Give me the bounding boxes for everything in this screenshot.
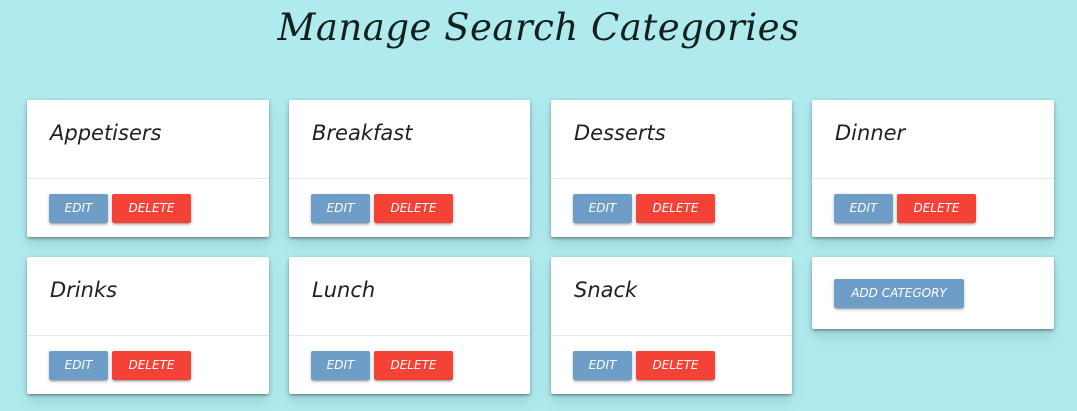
card-divider bbox=[289, 178, 530, 179]
delete-button[interactable]: DELETE bbox=[374, 194, 453, 223]
card-actions: ADD CATEGORY bbox=[834, 279, 964, 308]
category-card-breakfast: Breakfast EDIT DELETE bbox=[289, 100, 530, 237]
edit-button[interactable]: EDIT bbox=[311, 351, 370, 380]
category-name: Dinner bbox=[835, 121, 906, 145]
add-category-card: ADD CATEGORY bbox=[812, 257, 1054, 329]
card-actions: EDIT DELETE bbox=[49, 351, 191, 380]
category-name: Drinks bbox=[50, 278, 118, 302]
edit-button[interactable]: EDIT bbox=[49, 194, 108, 223]
category-card-lunch: Lunch EDIT DELETE bbox=[289, 257, 530, 394]
edit-button[interactable]: EDIT bbox=[311, 194, 370, 223]
add-category-button[interactable]: ADD CATEGORY bbox=[834, 279, 964, 308]
card-divider bbox=[289, 335, 530, 336]
category-name: Appetisers bbox=[50, 121, 162, 145]
card-divider bbox=[551, 178, 792, 179]
page-title: Manage Search Categories bbox=[277, 6, 800, 49]
category-name: Breakfast bbox=[312, 121, 413, 145]
card-actions: EDIT DELETE bbox=[834, 194, 976, 223]
category-card-dinner: Dinner EDIT DELETE bbox=[812, 100, 1054, 237]
delete-button[interactable]: DELETE bbox=[636, 194, 715, 223]
category-card-drinks: Drinks EDIT DELETE bbox=[27, 257, 269, 394]
card-actions: EDIT DELETE bbox=[573, 351, 715, 380]
card-divider bbox=[27, 335, 269, 336]
edit-button[interactable]: EDIT bbox=[573, 194, 632, 223]
edit-button[interactable]: EDIT bbox=[834, 194, 893, 223]
category-card-desserts: Desserts EDIT DELETE bbox=[551, 100, 792, 237]
delete-button[interactable]: DELETE bbox=[636, 351, 715, 380]
category-card-appetisers: Appetisers EDIT DELETE bbox=[27, 100, 269, 237]
card-actions: EDIT DELETE bbox=[573, 194, 715, 223]
card-divider bbox=[27, 178, 269, 179]
category-card-snack: Snack EDIT DELETE bbox=[551, 257, 792, 394]
category-name: Lunch bbox=[312, 278, 376, 302]
delete-button[interactable]: DELETE bbox=[374, 351, 453, 380]
category-name: Desserts bbox=[574, 121, 666, 145]
card-actions: EDIT DELETE bbox=[49, 194, 191, 223]
delete-button[interactable]: DELETE bbox=[112, 351, 191, 380]
card-actions: EDIT DELETE bbox=[311, 351, 453, 380]
card-actions: EDIT DELETE bbox=[311, 194, 453, 223]
delete-button[interactable]: DELETE bbox=[112, 194, 191, 223]
edit-button[interactable]: EDIT bbox=[573, 351, 632, 380]
delete-button[interactable]: DELETE bbox=[897, 194, 976, 223]
category-name: Snack bbox=[574, 278, 638, 302]
manage-categories-page: Manage Search Categories Appetisers EDIT… bbox=[0, 0, 1077, 411]
card-divider bbox=[812, 178, 1054, 179]
edit-button[interactable]: EDIT bbox=[49, 351, 108, 380]
card-divider bbox=[551, 335, 792, 336]
